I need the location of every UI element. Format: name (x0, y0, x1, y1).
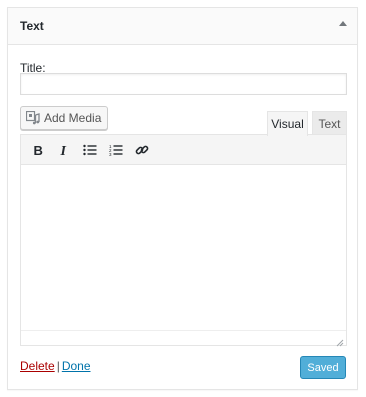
media-icon (25, 110, 40, 125)
svg-text:3: 3 (109, 151, 112, 155)
widget-title: Text (20, 19, 44, 33)
add-media-label: Add Media (44, 111, 102, 125)
link-icon[interactable] (129, 137, 155, 163)
editor-statusbar (21, 330, 346, 345)
rich-text-editor: B I 1 2 3 (20, 134, 347, 347)
svg-text:B: B (34, 144, 43, 156)
delete-link[interactable]: Delete (20, 359, 55, 373)
saved-button[interactable]: Saved (300, 356, 346, 379)
link-separator: | (56, 359, 60, 373)
editor-toolbar: B I 1 2 3 (21, 135, 346, 165)
tab-visual[interactable]: Visual (267, 111, 308, 136)
svg-text:I: I (60, 144, 67, 156)
tab-text[interactable]: Text (312, 111, 347, 135)
resize-handle-icon[interactable] (336, 335, 344, 347)
italic-icon[interactable]: I (51, 137, 77, 163)
bold-icon[interactable]: B (25, 137, 51, 163)
numbered-list-icon[interactable]: 1 2 3 (103, 137, 129, 163)
text-widget: Text Title: Add Media Visual Text B I 1 … (7, 7, 358, 390)
widget-header[interactable]: Text (8, 8, 357, 45)
widget-control-actions: Delete | Done (20, 359, 91, 373)
title-input[interactable] (20, 73, 347, 95)
editor-content-area[interactable] (21, 165, 346, 345)
add-media-button[interactable]: Add Media (20, 106, 109, 130)
bulleted-list-icon[interactable] (77, 137, 103, 163)
done-link[interactable]: Done (62, 359, 91, 373)
arrow-up-icon[interactable] (339, 21, 347, 26)
